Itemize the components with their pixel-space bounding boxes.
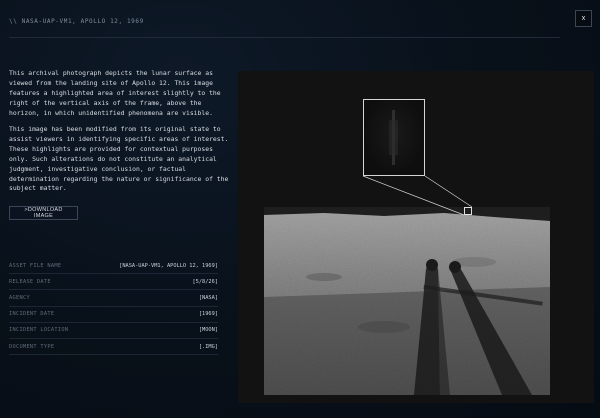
highlight-zoom-inset bbox=[363, 99, 425, 176]
zoomed-phenomenon-image bbox=[389, 110, 398, 165]
highlight-connector bbox=[362, 175, 473, 216]
highlight-marker bbox=[464, 207, 472, 215]
